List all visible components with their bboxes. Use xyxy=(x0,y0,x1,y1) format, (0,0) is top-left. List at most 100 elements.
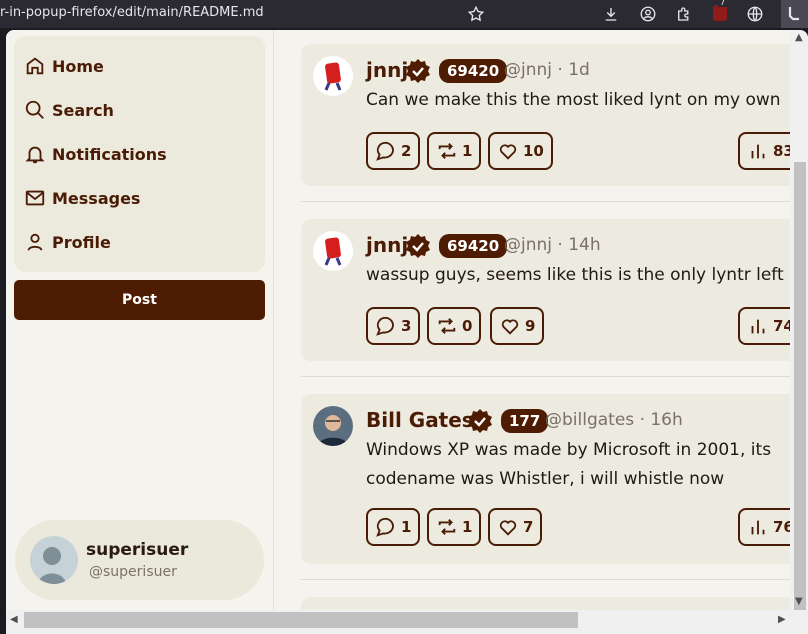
like-button[interactable]: 9 xyxy=(490,307,545,345)
handle-text: @billgates xyxy=(545,410,635,430)
avatar xyxy=(313,56,353,96)
bar-chart-icon xyxy=(751,144,765,159)
bar-chart-icon xyxy=(751,319,765,334)
view-count: 76 xyxy=(773,518,790,536)
horizontal-scrollbar-thumb[interactable] xyxy=(24,612,578,628)
post-author-handle: @jnnj · 14h xyxy=(504,235,601,255)
avatar xyxy=(313,406,353,446)
heart-icon xyxy=(499,520,517,536)
comment-count: 2 xyxy=(401,142,412,160)
nav-item-profile[interactable]: Profile xyxy=(24,227,111,257)
nav-item-label: Home xyxy=(52,56,104,76)
post-card[interactable]: jnnj 69420 @jnnj · 14h wassup guys, seem… xyxy=(301,219,790,361)
repost-count: 1 xyxy=(462,142,473,160)
nav-item-messages[interactable]: Messages xyxy=(24,183,140,213)
comment-button[interactable]: 1 xyxy=(366,508,421,546)
follower-count-badge: 177 xyxy=(501,409,549,433)
browser-toolbar: r-in-popup-firefox/edit/main/README.md 7 xyxy=(0,0,808,28)
post-text: Can we make this the most liked lynt on … xyxy=(366,90,781,110)
view-count: 74 xyxy=(773,317,790,335)
repost-icon xyxy=(438,318,456,334)
globe-icon[interactable] xyxy=(744,3,766,25)
scroll-left-arrow-icon[interactable]: ◀ xyxy=(10,614,18,625)
repost-count: 1 xyxy=(462,518,473,536)
post-author-name[interactable]: jnnj xyxy=(366,233,408,257)
nav-item-label: Notifications xyxy=(52,144,167,164)
search-icon xyxy=(25,100,44,119)
sidebar: Home Search Notifications Messages Profi… xyxy=(6,30,274,610)
repost-button[interactable]: 1 xyxy=(427,508,482,546)
nav-item-label: Search xyxy=(52,100,114,120)
lyntr-popup: Home Search Notifications Messages Profi… xyxy=(6,30,808,634)
scroll-down-arrow-icon[interactable]: ▼ xyxy=(795,596,803,607)
feed: jnnj 69420 @jnnj · 1d Can we make this t… xyxy=(274,30,790,610)
extension-badge-count: 7 xyxy=(718,0,728,7)
bookmark-star-icon[interactable] xyxy=(465,3,487,25)
views-button[interactable]: 74 xyxy=(738,307,790,345)
post-author-name[interactable]: Bill Gates xyxy=(366,408,474,432)
vertical-scrollbar-thumb[interactable] xyxy=(794,162,806,620)
post-text: wassup guys, seems like this is the only… xyxy=(366,265,784,285)
current-user-handle: @superisuer xyxy=(89,564,177,580)
like-button[interactable]: 7 xyxy=(488,508,543,546)
repost-count: 0 xyxy=(462,317,473,335)
like-count: 7 xyxy=(523,518,534,536)
lyntr-extension-button[interactable] xyxy=(781,0,808,28)
user-icon xyxy=(27,233,43,251)
post-card[interactable]: jnnj 69420 @jnnj · 1d Can we make this t… xyxy=(301,44,790,186)
post-button[interactable]: Post xyxy=(14,280,265,320)
url-text[interactable]: r-in-popup-firefox/edit/main/README.md xyxy=(0,5,264,20)
post-time: · 14h xyxy=(557,235,601,255)
post-card[interactable]: Bill Gates 177 @billgates · 16h Windows … xyxy=(301,394,790,564)
post-text: Windows XP was made by Microsoft in 2001… xyxy=(366,440,772,489)
comment-icon xyxy=(376,517,394,537)
download-icon[interactable] xyxy=(600,3,622,25)
post-divider xyxy=(301,201,790,202)
verified-badge-icon xyxy=(468,409,492,433)
handle-text: @jnnj xyxy=(504,235,552,255)
verified-badge-icon xyxy=(406,59,430,83)
scroll-up-arrow-icon[interactable]: ▲ xyxy=(795,32,803,43)
views-button[interactable]: 83 xyxy=(738,132,790,170)
repost-icon xyxy=(438,519,456,535)
handle-text: @jnnj xyxy=(504,60,552,80)
account-icon[interactable] xyxy=(637,3,659,25)
scroll-right-arrow-icon[interactable]: ▶ xyxy=(778,614,786,625)
post-time: · 1d xyxy=(557,60,590,80)
heart-icon xyxy=(501,319,519,335)
nav-item-home[interactable]: Home xyxy=(24,51,104,81)
post-card[interactable] xyxy=(301,597,790,610)
bar-chart-icon xyxy=(751,520,765,535)
follower-count-badge: 69420 xyxy=(439,234,508,258)
views-button[interactable]: 76 xyxy=(738,508,790,546)
view-count: 83 xyxy=(773,142,790,160)
repost-button[interactable]: 0 xyxy=(427,307,482,345)
nav-item-label: Profile xyxy=(52,232,111,252)
like-count: 10 xyxy=(523,142,544,160)
bell-icon xyxy=(25,146,45,164)
post-time: · 16h xyxy=(639,410,683,430)
verified-badge-icon xyxy=(406,234,430,258)
envelope-icon xyxy=(25,190,45,206)
comment-count: 1 xyxy=(401,518,412,536)
repost-icon xyxy=(438,143,456,159)
heart-icon xyxy=(499,144,517,160)
current-user-name: superisuer xyxy=(86,540,189,560)
post-author-handle: @jnnj · 1d xyxy=(504,60,590,80)
comment-icon xyxy=(376,141,394,161)
post-author-name[interactable]: jnnj xyxy=(366,58,408,82)
post-divider xyxy=(301,376,790,377)
nav-item-notifications[interactable]: Notifications xyxy=(24,139,167,169)
comment-button[interactable]: 3 xyxy=(366,307,421,345)
like-button[interactable]: 10 xyxy=(488,132,553,170)
extensions-puzzle-icon[interactable] xyxy=(673,3,695,25)
like-count: 9 xyxy=(525,317,536,335)
repost-button[interactable]: 1 xyxy=(427,132,482,170)
comment-button[interactable]: 2 xyxy=(366,132,421,170)
ublock-extension-icon[interactable] xyxy=(713,5,727,21)
comment-icon xyxy=(376,316,394,336)
nav-item-search[interactable]: Search xyxy=(24,95,114,125)
post-divider xyxy=(301,579,790,580)
current-user-card[interactable]: superisuer @superisuer xyxy=(15,520,264,600)
follower-count-badge: 69420 xyxy=(439,59,508,83)
